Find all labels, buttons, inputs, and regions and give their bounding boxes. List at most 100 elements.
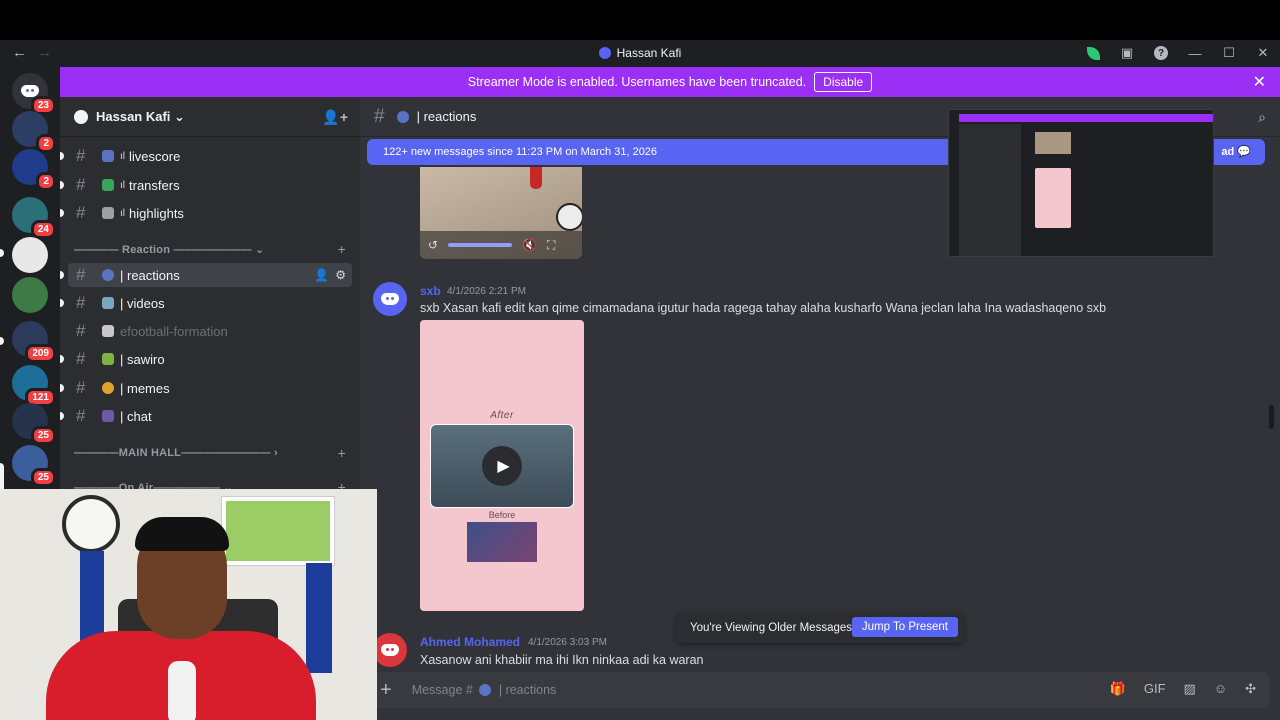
- message-composer[interactable]: + Message # | reactions 🎁 GIF ▨ ☺ ✣: [370, 672, 1270, 708]
- guild-header[interactable]: Hassan Kafi ⌄ 👤+: [60, 97, 360, 137]
- user-avatar[interactable]: [373, 282, 407, 316]
- unread-pill: [60, 384, 64, 392]
- voice-bars-icon: ıl: [120, 150, 125, 162]
- direct-messages-button[interactable]: 23: [12, 73, 56, 115]
- close-window-icon[interactable]: ✕: [1254, 44, 1272, 62]
- unread-pill: [0, 249, 4, 257]
- message-text: Xasanow ani khabiir ma ihi Ikn ninkaa ad…: [420, 653, 704, 667]
- after-label: After: [490, 410, 514, 421]
- message-author[interactable]: sxb: [420, 284, 441, 298]
- unread-pill: [0, 337, 4, 345]
- message-timestamp: 4/1/2026 3:03 PM: [528, 637, 607, 648]
- people-icon: [102, 410, 114, 422]
- tactics-board-image: [222, 497, 334, 565]
- banner-text: Streamer Mode is enabled. Usernames have…: [467, 75, 807, 89]
- maximize-icon[interactable]: ☐: [1220, 44, 1238, 62]
- server-icon-6[interactable]: 209: [12, 321, 56, 363]
- gif-icon[interactable]: GIF: [1144, 681, 1166, 697]
- mention-badge: 24: [30, 220, 56, 239]
- globe-icon: [396, 110, 409, 123]
- settings-gear-icon[interactable]: ⚙: [335, 268, 346, 282]
- create-channel-icon[interactable]: +: [338, 445, 346, 461]
- channel-livescore[interactable]: # ıl livescore: [68, 144, 352, 168]
- text-channel-icon: #: [76, 378, 86, 397]
- channel-sawiro[interactable]: # | sawiro: [68, 347, 352, 371]
- server-icon-5[interactable]: [12, 277, 48, 313]
- microphone-image: [168, 661, 196, 720]
- progress-track[interactable]: [448, 243, 513, 247]
- category-main-hall[interactable]: ————MAIN HALL———————— › +: [74, 445, 354, 461]
- video-attachment[interactable]: ↺ 🔇 ⛶: [420, 167, 582, 259]
- video-controls: ↺ 🔇 ⛶: [420, 231, 582, 259]
- server-icon-hassan-kafi[interactable]: 25: [12, 445, 56, 487]
- letterbox-top: [0, 0, 1280, 40]
- inbox-icon[interactable]: ▣: [1118, 44, 1136, 62]
- server-icon-1[interactable]: 2: [12, 111, 56, 153]
- minimize-icon[interactable]: —: [1186, 44, 1204, 62]
- help-icon[interactable]: ?: [1152, 44, 1170, 62]
- scrollbar-thumb[interactable]: [1269, 405, 1274, 429]
- image-attachment[interactable]: After ▶ Before: [420, 320, 584, 611]
- voice-bars-icon: ıl: [120, 179, 125, 191]
- channel-transfers[interactable]: # ıl transfers: [68, 173, 352, 197]
- channel-chat[interactable]: # | chat: [68, 404, 352, 428]
- invite-icon[interactable]: 👤: [314, 268, 329, 282]
- unread-pill: [60, 152, 64, 160]
- text-channel-icon: #: [374, 105, 385, 127]
- text-channel-icon: #: [76, 203, 86, 222]
- emoji-icon[interactable]: ☺: [1214, 681, 1227, 697]
- fullscreen-icon[interactable]: ⛶: [547, 238, 555, 253]
- apps-icon[interactable]: ✣: [1245, 681, 1256, 697]
- channel-title: | reactions: [416, 109, 477, 124]
- text-channel-icon: #: [76, 321, 86, 340]
- composer-channel-hint: | reactions: [498, 683, 557, 697]
- category-reaction[interactable]: ———— Reaction ——————— ⌄ +: [74, 241, 354, 257]
- scarf-image: [306, 563, 332, 673]
- mention-badge: 209: [25, 344, 56, 363]
- server-icon-4[interactable]: [12, 237, 48, 273]
- upload-plus-icon[interactable]: +: [380, 679, 392, 702]
- nitro-leaf-icon[interactable]: [1084, 44, 1102, 62]
- channel-reactions[interactable]: # | reactions 👤 ⚙: [68, 263, 352, 287]
- close-icon[interactable]: ✕: [1253, 72, 1266, 92]
- dice-icon: [102, 325, 114, 337]
- text-channel-icon: #: [76, 146, 86, 165]
- guild-name: Hassan Kafi ⌄: [96, 108, 185, 124]
- server-icon-2[interactable]: 2: [12, 149, 56, 191]
- football-image: [556, 203, 582, 231]
- create-channel-icon[interactable]: +: [338, 241, 346, 257]
- camera-icon: [102, 207, 114, 219]
- composer-placeholder: Message #: [411, 683, 473, 697]
- invite-user-icon[interactable]: 👤+: [322, 109, 348, 126]
- play-icon[interactable]: ▶: [482, 446, 522, 486]
- mark-as-read-button[interactable]: ad 💬: [1221, 145, 1251, 158]
- server-icon-3[interactable]: 24: [12, 197, 56, 239]
- globe-icon: [478, 684, 491, 696]
- mute-icon[interactable]: 🔇: [522, 238, 537, 252]
- disable-streamer-mode-button[interactable]: Disable: [814, 72, 873, 92]
- discord-logo-icon: [381, 293, 399, 305]
- server-icon-8[interactable]: 25: [12, 403, 56, 445]
- mention-badge: 2: [36, 134, 56, 153]
- text-channel-icon: #: [76, 349, 86, 368]
- embedded-video[interactable]: ▶: [430, 424, 574, 508]
- text-channel-icon: #: [76, 406, 86, 425]
- channel-memes[interactable]: # | memes: [68, 376, 352, 400]
- laughing-face-icon: [102, 382, 114, 394]
- text-channel-icon: #: [76, 175, 86, 194]
- user-avatar[interactable]: [373, 633, 407, 667]
- channel-efootball-formation[interactable]: # efootball-formation: [68, 319, 352, 343]
- sticker-icon[interactable]: ▨: [1184, 681, 1196, 697]
- server-icon-7[interactable]: 121: [12, 365, 56, 407]
- gift-icon[interactable]: 🎁: [1110, 681, 1126, 697]
- unread-pill: [60, 271, 64, 279]
- message-author[interactable]: Ahmed Mohamed: [420, 635, 520, 649]
- message-text: sxb Xasan kafi edit kan qime cimamadana …: [420, 301, 1107, 315]
- replay-icon[interactable]: ↺: [428, 238, 438, 252]
- server-icon: [598, 47, 611, 59]
- search-icon[interactable]: ⌕: [1258, 109, 1266, 126]
- channel-videos[interactable]: # | videos: [68, 291, 352, 315]
- jump-to-present-button[interactable]: Jump To Present: [851, 617, 958, 637]
- channel-highlights[interactable]: # ıl highlights: [68, 201, 352, 225]
- title-bar: ← → Hassan Kafi ▣ ? — ☐ ✕: [0, 40, 1280, 67]
